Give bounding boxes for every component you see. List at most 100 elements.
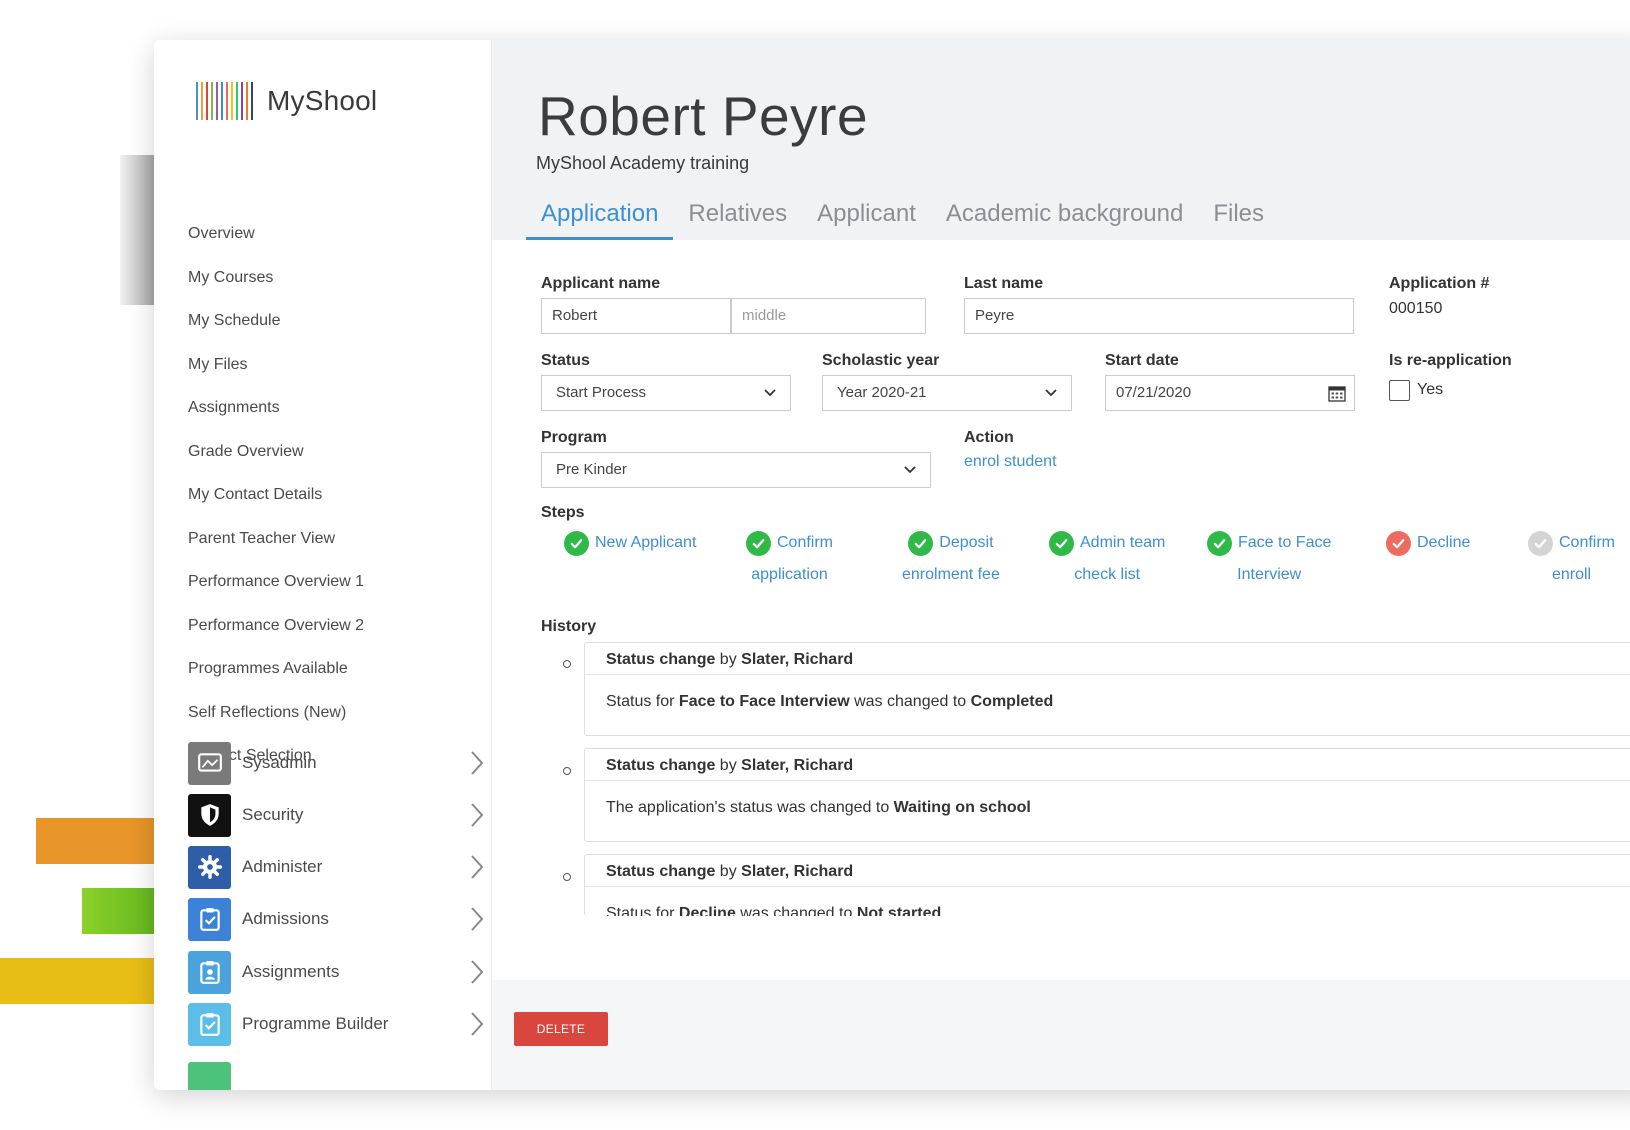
start-date-value: 07/21/2020 [1116, 384, 1192, 401]
history-entry-header: Status change by Slater, Richard [585, 643, 1630, 675]
page-title: Robert Peyre [538, 85, 869, 147]
sidebar: MyShool Overview My Courses My Schedule … [154, 40, 492, 1090]
steps-label: Steps [541, 504, 585, 521]
sidebar-item-overview[interactable]: Overview [188, 212, 488, 256]
history-entry-body: Status for Decline was changed to Not st… [606, 905, 942, 916]
sidebar-item-grade-overview[interactable]: Grade Overview [188, 430, 488, 474]
status-select[interactable]: Start Process [541, 375, 791, 411]
enrol-student-link[interactable]: enrol student [964, 453, 1057, 471]
step-label-line2: enroll [1551, 566, 1592, 583]
step-confirm-enroll[interactable]: Confirm enroll [1528, 527, 1615, 591]
module-programme-builder[interactable]: Programme Builder [188, 1001, 488, 1047]
sidebar-item-performance-overview-1[interactable]: Performance Overview 1 [188, 560, 488, 604]
sidebar-item-performance-overview-2[interactable]: Performance Overview 2 [188, 604, 488, 648]
tab-academic-background[interactable]: Academic background [931, 195, 1198, 240]
delete-button[interactable]: DELETE [514, 1012, 608, 1046]
action-label: Action [964, 429, 1014, 446]
status-label: Status [541, 352, 590, 369]
module-label: Assignments [242, 962, 340, 981]
module-administer[interactable]: Administer [188, 844, 488, 890]
step-label: Confirm [1559, 534, 1616, 551]
scholastic-year-value: Year 2020-21 [837, 384, 927, 401]
step-decline[interactable]: Decline [1386, 527, 1470, 559]
monitor-icon [188, 741, 231, 785]
first-name-input[interactable]: Robert [541, 298, 731, 334]
sidebar-item-self-reflections[interactable]: Self Reflections (New) [188, 691, 488, 735]
module-sysadmin[interactable]: Sysadmin [188, 740, 488, 786]
step-new-applicant[interactable]: New Applicant [564, 527, 696, 559]
logo[interactable]: MyShool [196, 82, 377, 120]
chevron-right-icon[interactable] [466, 904, 488, 934]
application-number-label: Application # [1389, 275, 1490, 292]
reapplication-yes-label: Yes [1417, 381, 1444, 398]
logo-stripe [226, 82, 228, 120]
program-label: Program [541, 429, 607, 446]
id-badge-icon [188, 950, 231, 994]
step-deposit-enrolment-fee[interactable]: Deposit enrolment fee [902, 527, 1000, 591]
decor-orange-bar [36, 818, 166, 864]
tab-files[interactable]: Files [1198, 195, 1279, 240]
history-entry-header: Status change by Slater, Richard [585, 855, 1630, 887]
shield-icon [188, 793, 231, 837]
module-admissions[interactable]: Admissions [188, 896, 488, 942]
chevron-right-icon[interactable] [466, 748, 488, 778]
check-circle-icon [908, 530, 934, 556]
clipboard-check-icon [188, 897, 231, 941]
calendar-icon[interactable] [1328, 385, 1346, 402]
chevron-right-icon[interactable] [466, 852, 488, 882]
tab-applicant[interactable]: Applicant [802, 195, 931, 240]
module-partial[interactable] [188, 1062, 488, 1090]
step-label: Deposit [939, 534, 994, 551]
step-face-to-face-interview[interactable]: Face to Face Interview [1207, 527, 1331, 591]
form-footer: DELETE [492, 980, 1630, 1090]
module-label: Admissions [242, 909, 329, 928]
scholastic-year-select[interactable]: Year 2020-21 [822, 375, 1072, 411]
check-circle-icon [1049, 530, 1074, 556]
page-header: Robert Peyre MyShool Academy training Ap… [492, 40, 1630, 240]
history-entry-body: Status for Face to Face Interview was ch… [606, 693, 1054, 710]
logo-stripe [211, 82, 213, 120]
step-label: New Applicant [595, 534, 697, 551]
step-label-line2: Interview [1237, 566, 1302, 583]
scholastic-year-label: Scholastic year [822, 352, 940, 369]
step-confirm-application[interactable]: Confirm application [746, 527, 833, 591]
module-security[interactable]: Security [188, 792, 488, 838]
history-label: History [541, 618, 597, 635]
chevron-right-icon[interactable] [466, 800, 488, 830]
chevron-down-icon [764, 389, 776, 397]
sidebar-nav: Overview My Courses My Schedule My Files… [188, 212, 488, 778]
sidebar-item-my-courses[interactable]: My Courses [188, 256, 488, 300]
check-circle-icon [1386, 530, 1411, 556]
sidebar-item-contact-details[interactable]: My Contact Details [188, 473, 488, 517]
program-select[interactable]: Pre Kinder [541, 452, 931, 488]
chevron-down-icon [1045, 389, 1057, 397]
module-icon [188, 1062, 231, 1090]
program-value: Pre Kinder [556, 461, 627, 478]
sidebar-item-programmes-available[interactable]: Programmes Available [188, 647, 488, 691]
logo-icon [196, 82, 253, 120]
chevron-right-icon[interactable] [466, 957, 488, 987]
step-admin-team-check-list[interactable]: Admin team check list [1049, 527, 1165, 591]
chevron-down-icon [904, 466, 916, 474]
tab-application[interactable]: Application [526, 195, 674, 240]
sidebar-item-parent-teacher-view[interactable]: Parent Teacher View [188, 517, 488, 561]
reapplication-checkbox[interactable] [1389, 380, 1410, 401]
check-circle-icon [1528, 530, 1553, 556]
application-form: Applicant name Robert middle Last name P… [492, 240, 1630, 980]
applicant-name-label: Applicant name [541, 275, 661, 292]
clipboard-check-icon [188, 1002, 231, 1046]
module-assignments[interactable]: Assignments [188, 949, 488, 995]
start-date-input[interactable]: 07/21/2020 [1105, 375, 1355, 411]
middle-name-input[interactable]: middle [731, 298, 926, 334]
gear-icon [188, 845, 231, 889]
application-number: 000150 [1389, 300, 1443, 317]
chevron-right-icon[interactable] [466, 1009, 488, 1039]
logo-stripe [221, 82, 223, 120]
last-name-input[interactable]: Peyre [964, 298, 1354, 334]
sidebar-item-assignments[interactable]: Assignments [188, 386, 488, 430]
tab-relatives[interactable]: Relatives [673, 195, 802, 240]
sidebar-item-my-files[interactable]: My Files [188, 343, 488, 387]
page-subtitle: MyShool Academy training [536, 153, 750, 173]
timeline-bullet [563, 767, 571, 775]
sidebar-item-my-schedule[interactable]: My Schedule [188, 299, 488, 343]
